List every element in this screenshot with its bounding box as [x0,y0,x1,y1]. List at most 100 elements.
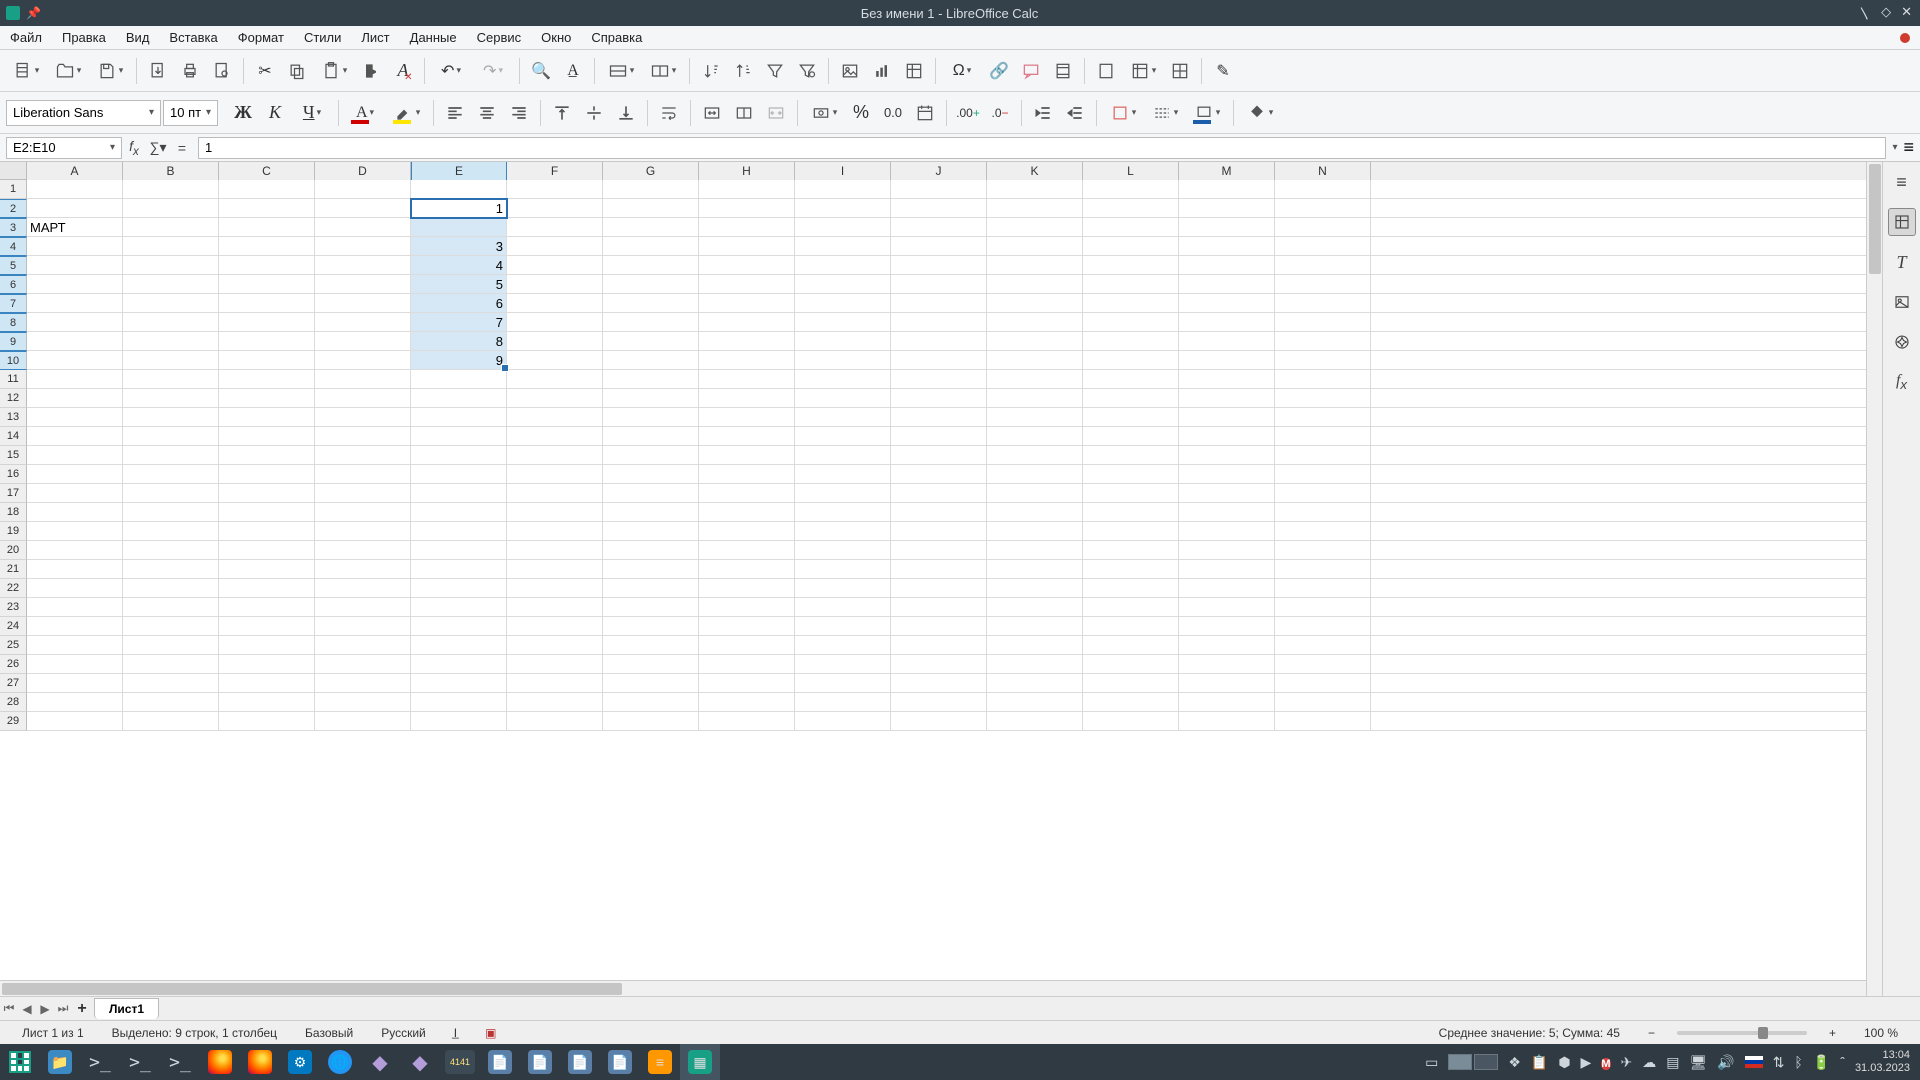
cell[interactable] [795,370,891,389]
sidebar-properties-button[interactable] [1888,208,1916,236]
cell[interactable] [699,370,795,389]
cell[interactable] [1275,465,1371,484]
cell[interactable] [891,541,987,560]
cell[interactable] [1275,655,1371,674]
tray-telegram-icon[interactable]: ✈ [1621,1054,1633,1071]
row-header[interactable]: 17 [0,484,27,503]
firefox-button-1[interactable] [200,1044,240,1080]
desktop-switcher[interactable] [1448,1054,1498,1070]
cell[interactable] [315,199,411,218]
font-size-combo[interactable]: 10 пт▾ [163,100,218,126]
cell[interactable] [219,294,315,313]
cell[interactable] [699,541,795,560]
align-left-button[interactable] [440,98,470,128]
cell[interactable] [891,598,987,617]
speedometer-button[interactable]: 4141 [440,1044,480,1080]
new-button[interactable] [6,56,46,86]
cell[interactable] [891,275,987,294]
close-button[interactable]: ✕ [1901,4,1912,23]
cell[interactable] [1275,370,1371,389]
cell[interactable] [699,693,795,712]
cell[interactable] [219,256,315,275]
row-header[interactable]: 15 [0,446,27,465]
column-button[interactable] [643,56,683,86]
cell[interactable]: 4 [411,256,507,275]
cell[interactable] [891,294,987,313]
cell[interactable] [1083,655,1179,674]
insert-chart-button[interactable] [867,56,897,86]
cell[interactable] [1179,446,1275,465]
cell[interactable] [1179,408,1275,427]
cell[interactable] [603,199,699,218]
cell[interactable] [507,370,603,389]
formula-expand-button[interactable]: ▾ [1892,142,1897,153]
cell[interactable] [699,427,795,446]
cell[interactable] [219,484,315,503]
cell[interactable] [315,256,411,275]
cell[interactable] [699,180,795,199]
cell[interactable] [1275,389,1371,408]
cell[interactable] [27,408,123,427]
cell[interactable] [987,560,1083,579]
cell[interactable] [507,408,603,427]
cell[interactable] [699,712,795,731]
cell[interactable] [315,541,411,560]
close-document-button[interactable] [1900,33,1910,43]
cell[interactable] [1275,351,1371,370]
cell[interactable] [123,427,219,446]
cell[interactable] [315,465,411,484]
cell[interactable] [27,256,123,275]
cell[interactable] [891,351,987,370]
cell[interactable] [507,522,603,541]
cell[interactable] [123,674,219,693]
row-header[interactable]: 1 [0,180,27,199]
cell[interactable] [1275,674,1371,693]
row-header[interactable]: 8 [0,313,27,332]
cell[interactable] [315,484,411,503]
cell[interactable] [27,237,123,256]
sidebar-styles-button[interactable]: T [1888,248,1916,276]
cell[interactable] [1275,484,1371,503]
cell[interactable] [1179,351,1275,370]
cell[interactable] [507,218,603,237]
row-header[interactable]: 22 [0,579,27,598]
sort-asc-button[interactable] [696,56,726,86]
clear-formatting-button[interactable]: A✕ [388,56,418,86]
cell[interactable] [411,636,507,655]
cell[interactable] [795,275,891,294]
cell[interactable] [1179,465,1275,484]
cell[interactable] [1179,636,1275,655]
menu-item-9[interactable]: Окно [531,27,581,48]
cell[interactable] [603,180,699,199]
calc-task-button[interactable]: ▦ [680,1044,720,1080]
cell[interactable] [1083,275,1179,294]
cell[interactable] [987,218,1083,237]
cell[interactable] [507,180,603,199]
cell[interactable] [27,484,123,503]
cut-button[interactable]: ✂ [250,56,280,86]
cell[interactable] [507,446,603,465]
cell[interactable] [891,636,987,655]
cell[interactable] [891,465,987,484]
cell[interactable] [603,427,699,446]
cell[interactable]: МАРТ [27,218,123,237]
cell[interactable] [699,351,795,370]
column-headers[interactable]: ABCDEFGHIJKLMN [0,162,1866,180]
cell[interactable] [123,579,219,598]
cell[interactable] [1275,712,1371,731]
cell[interactable] [795,484,891,503]
cell[interactable] [123,446,219,465]
cell[interactable] [1179,313,1275,332]
cell[interactable] [699,256,795,275]
cell[interactable] [795,256,891,275]
cell[interactable] [1179,541,1275,560]
cell[interactable] [315,674,411,693]
terminal-button-1[interactable]: >_ [80,1044,120,1080]
cell[interactable] [1179,199,1275,218]
cell[interactable] [795,446,891,465]
cell[interactable] [987,579,1083,598]
cell[interactable] [1083,579,1179,598]
print-preview-button[interactable] [207,56,237,86]
cell[interactable] [411,712,507,731]
column-header[interactable]: H [699,162,795,180]
